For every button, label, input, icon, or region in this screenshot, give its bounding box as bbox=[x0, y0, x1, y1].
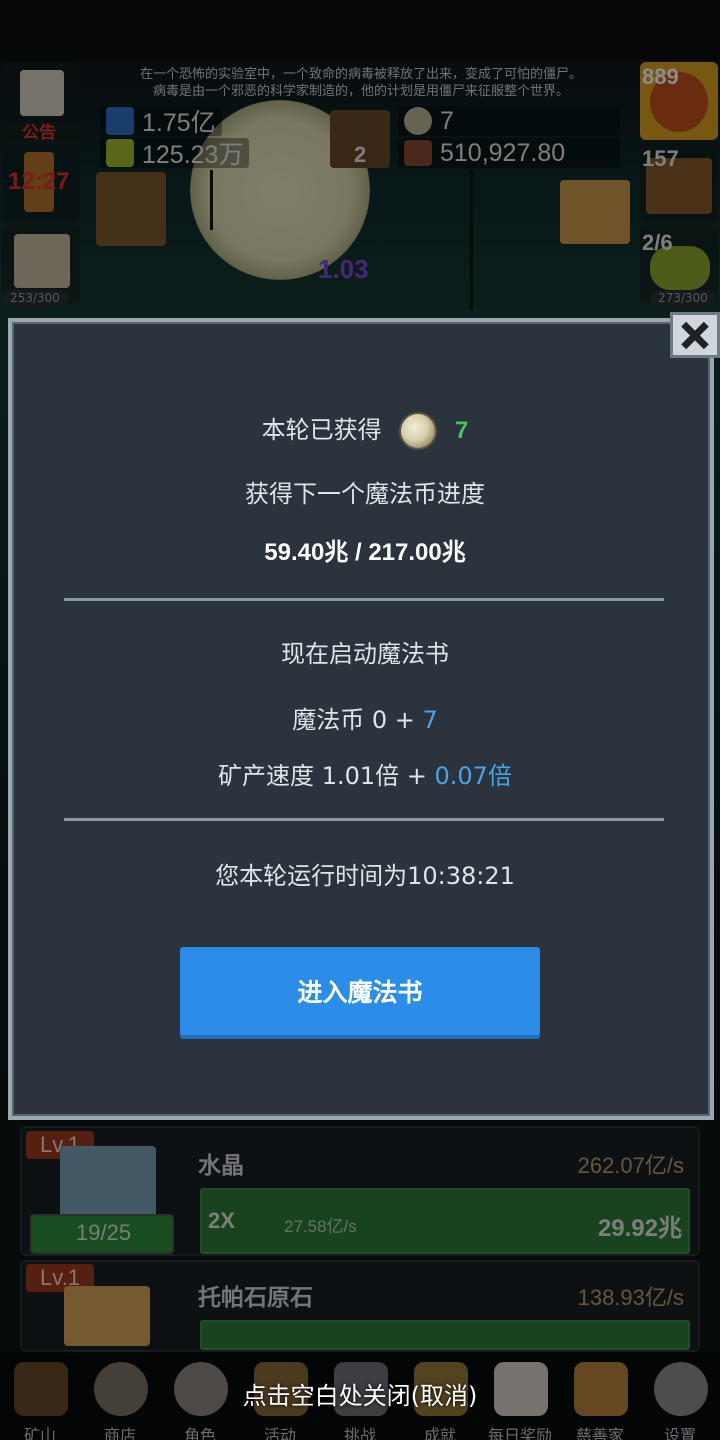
close-button[interactable] bbox=[670, 312, 720, 358]
divider bbox=[64, 818, 664, 821]
coin-gain-line: 魔法币 0 + 7 bbox=[12, 700, 718, 735]
earned-value: 7 bbox=[454, 417, 469, 444]
progress-value: 59.40兆 / 217.00兆 bbox=[264, 539, 466, 566]
speed-gain-line: 矿产速度 1.01倍 + 0.07倍 bbox=[12, 756, 718, 791]
runtime-label: 您本轮运行时间为10:38:21 bbox=[215, 862, 515, 890]
enter-magic-book-button[interactable]: 进入魔法书 bbox=[180, 947, 540, 1039]
start-label: 现在启动魔法书 bbox=[281, 640, 449, 668]
divider bbox=[64, 598, 664, 601]
speed-gain-bonus: 0.07倍 bbox=[434, 762, 512, 790]
speed-gain-prefix: 矿产速度 1.01倍 + bbox=[218, 762, 435, 790]
earned-label: 本轮已获得 bbox=[261, 416, 382, 444]
dismiss-hint: 点击空白处关闭(取消) bbox=[242, 1382, 478, 1410]
coin-gain-bonus: 7 bbox=[422, 706, 438, 734]
magic-coin-icon bbox=[399, 412, 438, 450]
earned-row: 本轮已获得 7 bbox=[12, 410, 718, 451]
next-progress-label: 获得下一个魔法币进度 bbox=[245, 480, 485, 508]
coin-gain-prefix: 魔法币 0 + bbox=[292, 706, 423, 734]
